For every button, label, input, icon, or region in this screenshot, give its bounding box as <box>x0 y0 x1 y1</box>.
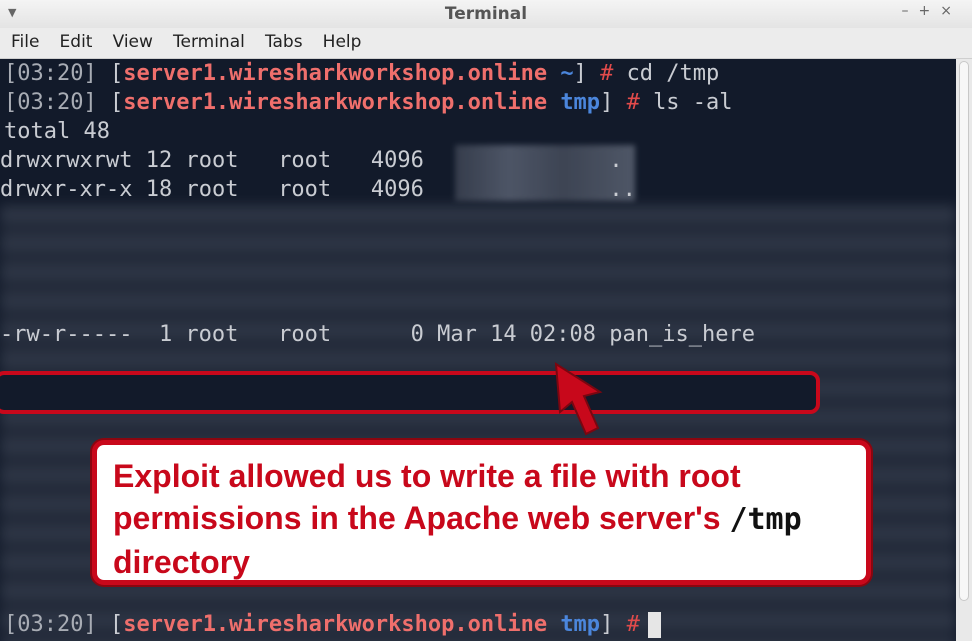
list-item: drwxr-xr-x 18 root root 4096 .. <box>0 177 636 202</box>
title-bar[interactable]: ▼ Terminal –+× <box>0 0 972 28</box>
scrollbar[interactable] <box>956 59 972 641</box>
command-line: [03:20] [server1.wiresharkworkshop.onlin… <box>4 90 733 115</box>
window-controls: –+× <box>902 3 962 19</box>
minimize-icon[interactable]: – <box>902 3 919 19</box>
arrow-icon <box>554 362 603 436</box>
total-line: total 48 <box>4 119 110 144</box>
callout-text: Exploit allowed us to write a file with … <box>113 458 802 580</box>
menu-file[interactable]: File <box>11 28 39 52</box>
cursor <box>647 612 661 638</box>
close-icon[interactable]: × <box>940 3 962 19</box>
menu-view[interactable]: View <box>113 28 153 52</box>
scrollbar-thumb[interactable] <box>959 61 969 601</box>
list-item: drwxrwxrwt 12 root root 4096 . <box>0 148 623 173</box>
menu-terminal[interactable]: Terminal <box>173 28 245 52</box>
command-line: [03:20] [server1.wiresharkworkshop.onlin… <box>4 61 720 86</box>
highlight-box <box>0 371 820 414</box>
annotation-callout: Exploit allowed us to write a file with … <box>92 440 871 585</box>
prompt-line[interactable]: [03:20] [server1.wiresharkworkshop.onlin… <box>4 610 661 639</box>
menu-edit[interactable]: Edit <box>60 28 93 52</box>
menu-help[interactable]: Help <box>323 28 362 52</box>
highlighted-file-row: -rw-r----- 1 root root 0 Mar 14 02:08 pa… <box>0 322 755 347</box>
menu-bar: File Edit View Terminal Tabs Help <box>0 28 972 59</box>
menu-tabs[interactable]: Tabs <box>265 28 303 52</box>
maximize-icon[interactable]: + <box>919 3 941 19</box>
window-title: Terminal <box>444 4 528 24</box>
terminal-window: ▼ Terminal –+× File Edit View Terminal T… <box>0 0 972 641</box>
callout-code: /tmp <box>729 502 802 537</box>
